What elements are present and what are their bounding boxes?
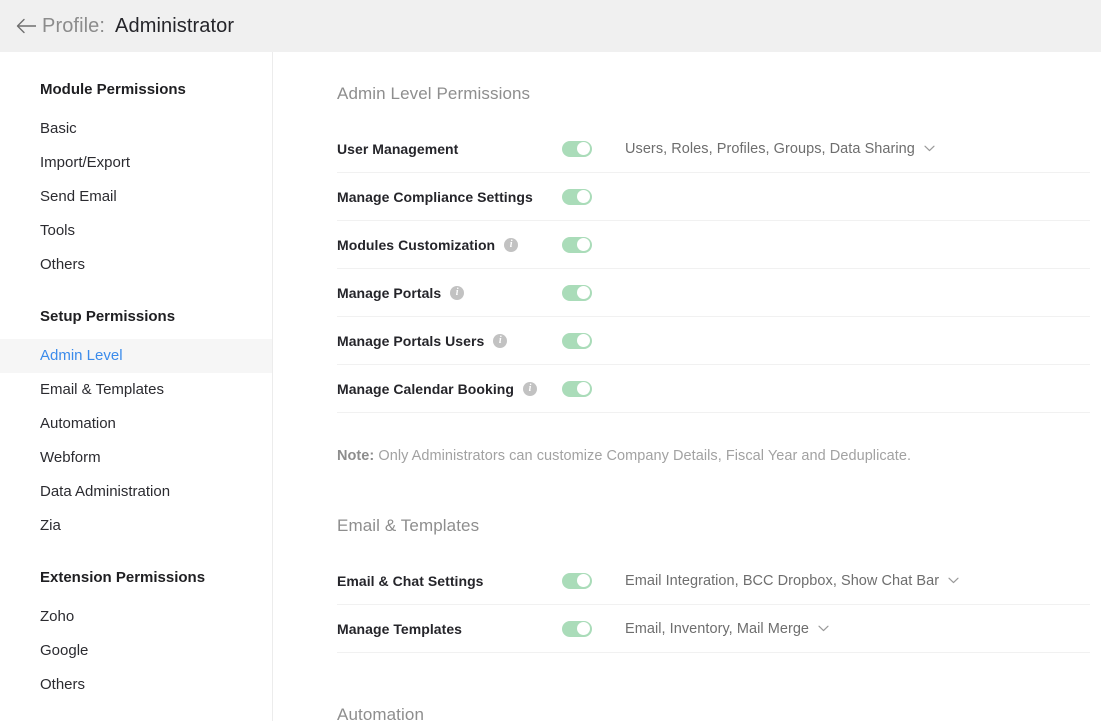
sidebar-group-title: Setup Permissions (0, 306, 272, 328)
permission-label: Modules Customization (337, 237, 495, 253)
permission-label: Manage Portals Users (337, 333, 484, 349)
sidebar-item-webform[interactable]: Webform (0, 441, 272, 475)
sidebar: Module Permissions BasicImport/ExportSend… (0, 52, 273, 721)
toggle-cell (562, 573, 592, 589)
sidebar-group: Setup Permissions Admin LevelEmail & Temp… (0, 306, 272, 543)
sidebar-item-others[interactable]: Others (0, 668, 272, 702)
toggle-knob (577, 190, 590, 203)
info-icon[interactable]: i (450, 286, 464, 300)
permission-row: Manage Calendar Booking i (337, 365, 1090, 413)
toggle-knob (577, 142, 590, 155)
toggle-cell (562, 333, 592, 349)
permissions-section: Admin Level PermissionsUser ManagementUs… (337, 82, 1101, 464)
info-icon[interactable]: i (493, 334, 507, 348)
sidebar-item-zoho[interactable]: Zoho (0, 600, 272, 634)
toggle-cell (562, 621, 592, 637)
toggle-cell (562, 189, 592, 205)
permissions-section: Email & TemplatesEmail & Chat SettingsEm… (337, 514, 1101, 653)
sidebar-item-automation[interactable]: Automation (0, 407, 272, 441)
note-text: Only Administrators can customize Compan… (374, 448, 911, 464)
permission-value-dropdown[interactable]: Users, Roles, Profiles, Groups, Data Sha… (625, 141, 935, 157)
permission-row: Manage Portals i (337, 269, 1090, 317)
toggle-cell (562, 381, 592, 397)
permission-value-dropdown[interactable]: Email, Inventory, Mail Merge (625, 621, 829, 637)
permission-row: Manage Templates Email, Inventory, Mail M… (337, 605, 1090, 653)
sidebar-item-basic[interactable]: Basic (0, 112, 272, 146)
arrow-left-icon (16, 18, 38, 34)
sidebar-group: Module Permissions BasicImport/ExportSend… (0, 79, 272, 282)
permission-label: Manage Templates (337, 621, 462, 637)
permission-row: Modules Customization i (337, 221, 1090, 269)
permission-value-dropdown[interactable]: Email Integration, BCC Dropbox, Show Cha… (625, 573, 959, 589)
permissions-section: AutomationManage Automationi (337, 703, 1101, 721)
permission-row: Manage Compliance Settings (337, 173, 1090, 221)
toggle-knob (577, 286, 590, 299)
sidebar-item-import-export[interactable]: Import/Export (0, 146, 272, 180)
note-prefix: Note: (337, 448, 374, 464)
permission-label: User Management (337, 141, 458, 157)
permission-row: Manage Portals Users i (337, 317, 1090, 365)
permission-label: Manage Portals (337, 285, 441, 301)
permission-toggle[interactable] (562, 237, 592, 253)
permission-toggle[interactable] (562, 141, 592, 157)
section-heading: Email & Templates (337, 514, 1101, 538)
permission-toggle[interactable] (562, 381, 592, 397)
permission-label: Email & Chat Settings (337, 573, 484, 589)
toggle-knob (577, 334, 590, 347)
permission-toggle[interactable] (562, 333, 592, 349)
permission-label: Manage Calendar Booking (337, 381, 514, 397)
toggle-knob (577, 622, 590, 635)
permission-row: User Management Users, Roles, Profiles, G… (337, 125, 1090, 173)
toggle-cell (562, 141, 592, 157)
sidebar-item-zia[interactable]: Zia (0, 509, 272, 543)
toggle-knob (577, 382, 590, 395)
main-content: Admin Level PermissionsUser ManagementUs… (273, 52, 1101, 721)
page-title: Administrator (115, 15, 234, 38)
sidebar-group: Extension Permissions ZohoGoogleOthers (0, 567, 272, 702)
sidebar-group-title: Extension Permissions (0, 567, 272, 589)
section-heading: Admin Level Permissions (337, 82, 1101, 106)
permission-toggle[interactable] (562, 285, 592, 301)
sidebar-item-admin-level[interactable]: Admin Level (0, 339, 272, 373)
breadcrumb-label: Profile: (42, 15, 105, 38)
permission-label: Manage Compliance Settings (337, 189, 533, 205)
chevron-down-icon (818, 625, 829, 632)
section-note: Note: Only Administrators can customize … (337, 448, 1101, 464)
chevron-down-icon (948, 577, 959, 584)
section-heading: Automation (337, 703, 1101, 721)
info-icon[interactable]: i (504, 238, 518, 252)
info-icon[interactable]: i (523, 382, 537, 396)
permission-row: Email & Chat Settings Email Integration, … (337, 557, 1090, 605)
toggle-cell (562, 237, 592, 253)
sidebar-item-others[interactable]: Others (0, 248, 272, 282)
sidebar-group-title: Module Permissions (0, 79, 272, 101)
chevron-down-icon (924, 145, 935, 152)
permission-value-text: Users, Roles, Profiles, Groups, Data Sha… (625, 141, 915, 157)
sidebar-item-google[interactable]: Google (0, 634, 272, 668)
sidebar-item-data-administration[interactable]: Data Administration (0, 475, 272, 509)
back-button[interactable] (14, 13, 40, 39)
toggle-knob (577, 238, 590, 251)
permission-toggle[interactable] (562, 189, 592, 205)
permission-value-text: Email, Inventory, Mail Merge (625, 621, 809, 637)
permission-value-text: Email Integration, BCC Dropbox, Show Cha… (625, 573, 939, 589)
permission-toggle[interactable] (562, 573, 592, 589)
toggle-knob (577, 574, 590, 587)
sidebar-item-tools[interactable]: Tools (0, 214, 272, 248)
sidebar-item-email-templates[interactable]: Email & Templates (0, 373, 272, 407)
page-header: Profile: Administrator (0, 0, 1101, 52)
sidebar-item-send-email[interactable]: Send Email (0, 180, 272, 214)
permission-toggle[interactable] (562, 621, 592, 637)
toggle-cell (562, 285, 592, 301)
